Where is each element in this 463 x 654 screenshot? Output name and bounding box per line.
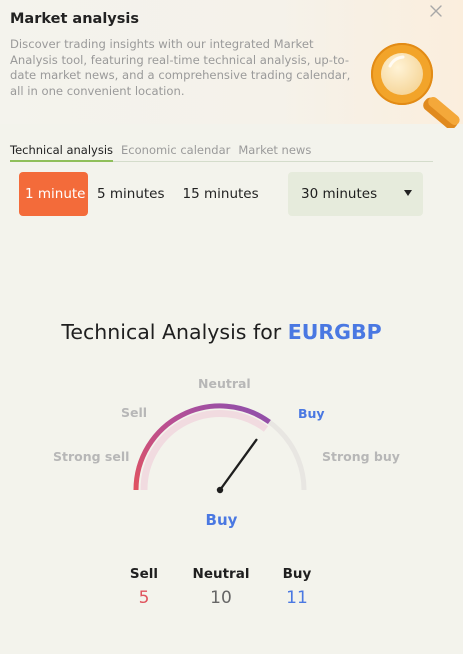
sell-count: Sell 5 xyxy=(104,566,184,608)
gauge-pivot xyxy=(216,486,224,494)
interval-dropdown[interactable]: 30 minutes xyxy=(288,172,423,216)
interval-15-minutes-button[interactable]: 15 minutes xyxy=(174,172,268,216)
panel-description: Discover trading insights with our integ… xyxy=(10,37,351,98)
buy-count: Buy 11 xyxy=(257,566,337,608)
neutral-count: Neutral 10 xyxy=(181,566,261,608)
interval-dropdown-value: 30 minutes xyxy=(301,186,378,202)
tab-technical-analysis[interactable]: Technical analysis xyxy=(10,141,114,162)
gauge-label-neutral: Neutral xyxy=(198,376,251,391)
panel-title: Market analysis xyxy=(10,11,139,27)
gauge-label-sell: Sell xyxy=(121,405,148,420)
tab-economic-calendar[interactable]: Economic calendar xyxy=(121,141,230,162)
interval-1-minute-button[interactable]: 1 minute xyxy=(19,172,88,216)
interval-5-minutes-button[interactable]: 5 minutes xyxy=(88,172,174,216)
gauge-needle xyxy=(218,438,258,492)
neutral-count-label: Neutral xyxy=(192,566,250,582)
symbol-link[interactable]: EURGBP xyxy=(288,320,382,344)
technical-analysis-title-prefix: Technical Analysis for xyxy=(61,320,282,344)
gauge-label-buy: Buy xyxy=(298,406,325,421)
sell-count-value: 5 xyxy=(138,588,150,608)
interval-selector: 1 minute 5 minutes 15 minutes xyxy=(19,172,268,216)
caret-down-icon xyxy=(404,190,412,196)
neutral-count-value: 10 xyxy=(210,588,232,608)
magnifier-icon xyxy=(360,36,463,130)
gauge-label-strong-buy: Strong buy xyxy=(322,449,400,464)
buy-count-value: 11 xyxy=(286,588,308,608)
technical-analysis-title: Technical Analysis for EURGBP xyxy=(0,320,443,344)
close-icon[interactable] xyxy=(427,2,445,20)
gauge-track xyxy=(133,403,307,491)
gauge-label-strong-sell: Strong sell xyxy=(53,449,130,464)
market-analysis-header: Market analysis Discover trading insight… xyxy=(0,0,463,130)
buy-count-label: Buy xyxy=(282,566,312,582)
tab-market-news[interactable]: Market news xyxy=(238,141,311,162)
analysis-verdict: Buy xyxy=(205,511,238,529)
analysis-tabs: Technical analysis Economic calendar Mar… xyxy=(10,141,433,162)
sell-count-label: Sell xyxy=(129,566,159,582)
